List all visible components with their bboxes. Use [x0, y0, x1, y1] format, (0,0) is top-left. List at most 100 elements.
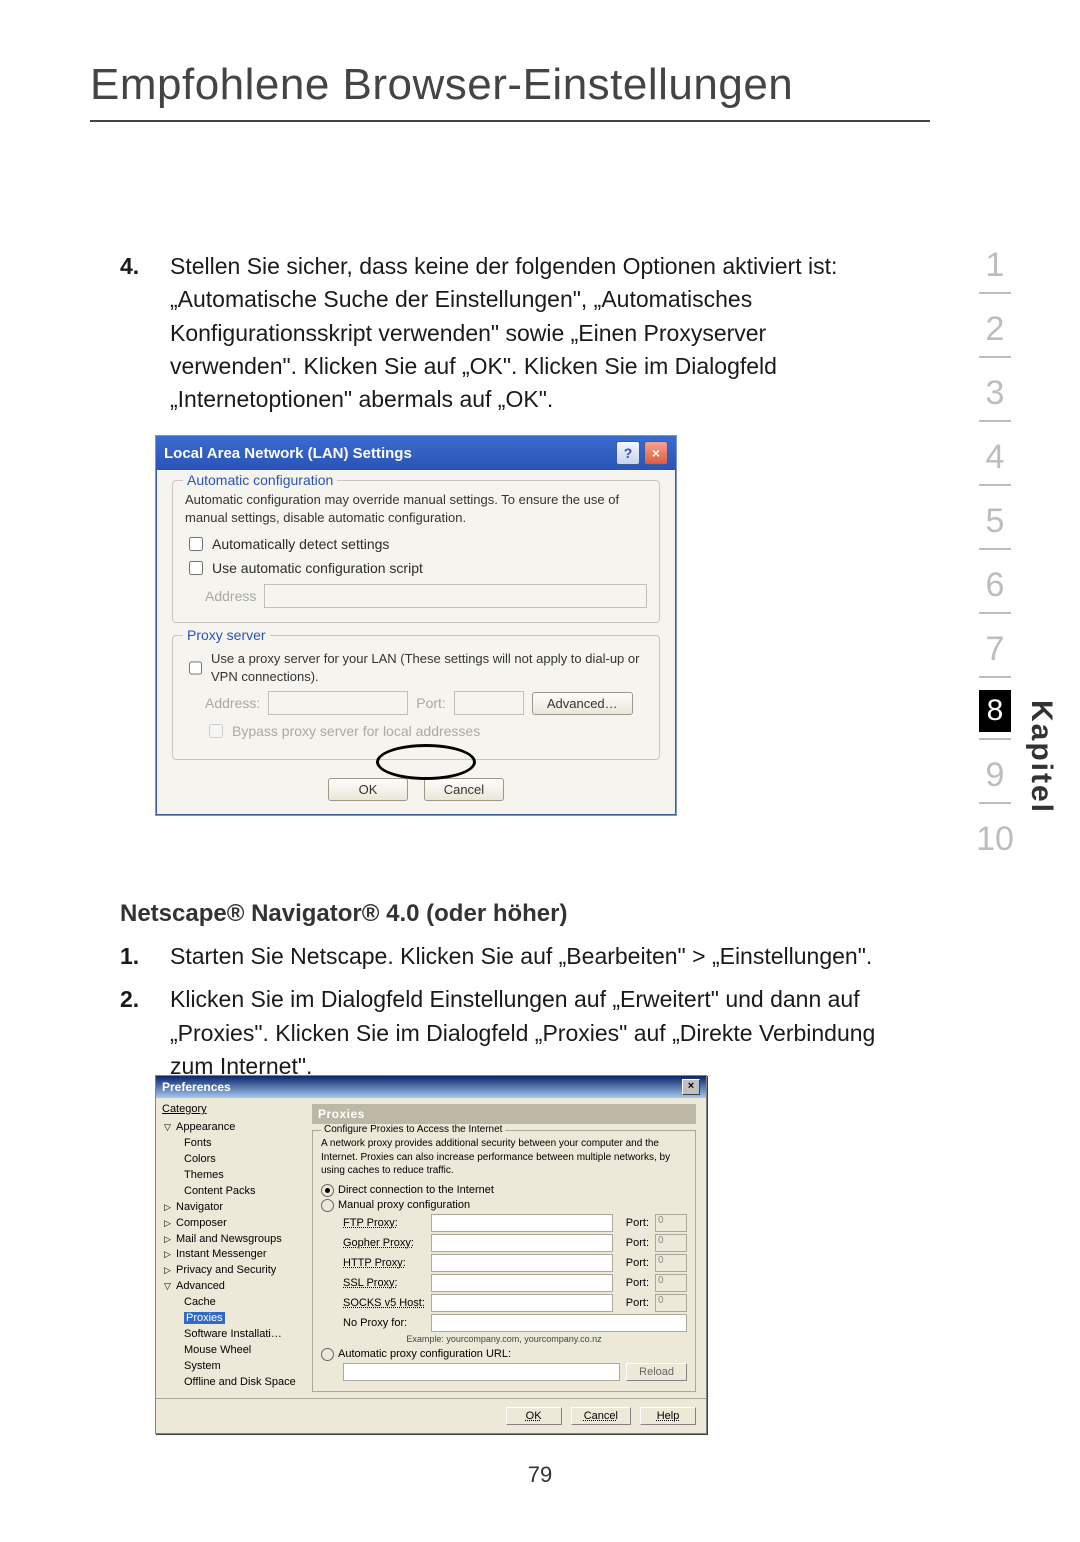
proxy-row: HTTP Proxy: Port: 0 [343, 1254, 687, 1272]
list-item: 1.Starten Sie Netscape. Klicken Sie auf … [120, 940, 880, 973]
port-label: Port: [619, 1277, 649, 1289]
preferences-dialog: Preferences × Category ▽Appearance Fonts… [155, 1075, 707, 1434]
cancel-button[interactable]: Cancel [424, 778, 504, 801]
tree-node[interactable]: Proxies [162, 1311, 302, 1327]
tree-node[interactable]: Advanced [176, 1280, 225, 1292]
chapter-nav-item[interactable]: 3 [970, 358, 1020, 420]
port-input[interactable]: 0 [655, 1254, 687, 1272]
cancel-button[interactable]: Cancel [571, 1407, 631, 1425]
automatic-config-group: Automatic configuration Automatic config… [172, 480, 660, 623]
tree-node[interactable]: Cache [162, 1295, 302, 1311]
auto-detect-checkbox[interactable]: Automatically detect settings [185, 534, 647, 554]
step-text: Stellen Sie sicher, dass keine der folge… [170, 253, 837, 412]
tree-node[interactable]: Privacy and Security [176, 1264, 276, 1276]
checkbox-label: Bypass proxy server for local addresses [232, 723, 480, 739]
chapter-nav-item[interactable]: 6 [970, 550, 1020, 612]
help-button[interactable]: Help [640, 1407, 696, 1425]
chapter-nav-item[interactable]: 10 [970, 804, 1020, 866]
close-icon[interactable]: × [644, 441, 668, 465]
noproxy-label: No Proxy for: [343, 1317, 425, 1329]
auto-script-checkbox[interactable]: Use automatic configuration script [185, 558, 647, 578]
category-tree[interactable]: Category ▽Appearance FontsColorsThemesCo… [156, 1098, 306, 1398]
group-legend: Proxy server [183, 627, 270, 643]
chapter-nav-item[interactable]: 9 [970, 740, 1020, 802]
tree-node[interactable]: Appearance [176, 1121, 235, 1133]
tree-node[interactable]: Offline and Disk Space [162, 1375, 302, 1391]
step-number: 1. [120, 940, 139, 973]
group-desc: Automatic configuration may override man… [185, 491, 647, 526]
panel-title: Proxies [312, 1104, 696, 1124]
close-icon[interactable]: × [682, 1079, 700, 1095]
example-text: Example: yourcompany.com, yourcompany.co… [321, 1334, 687, 1344]
radio-direct[interactable]: Direct connection to the Internet [321, 1184, 687, 1197]
noproxy-input[interactable] [431, 1314, 687, 1332]
tree-node[interactable]: Content Packs [162, 1184, 302, 1200]
dialog-title: Preferences [162, 1080, 231, 1094]
proxy-label: SOCKS v5 Host: [343, 1297, 425, 1309]
port-label: Port: [619, 1217, 649, 1229]
port-label: Port: [619, 1237, 649, 1249]
port-input[interactable]: 0 [655, 1214, 687, 1232]
port-input[interactable]: 0 [655, 1234, 687, 1252]
proxy-label: Gopher Proxy: [343, 1237, 425, 1249]
ok-button[interactable]: OK [328, 778, 408, 801]
tree-node[interactable]: Navigator [176, 1201, 223, 1213]
tree-node[interactable]: Themes [162, 1168, 302, 1184]
tree-node[interactable]: Composer [176, 1217, 227, 1229]
proxy-host-input[interactable] [431, 1254, 613, 1272]
port-input[interactable]: 0 [655, 1294, 687, 1312]
tree-node[interactable]: Mail and Newsgroups [176, 1233, 282, 1245]
page-number: 79 [0, 1462, 1080, 1488]
chapter-nav-item[interactable]: 1 [970, 230, 1020, 292]
bypass-checkbox: Bypass proxy server for local addresses [185, 721, 647, 741]
proxy-host-input[interactable] [431, 1214, 613, 1232]
radio-auto[interactable]: Automatic proxy configuration URL: [321, 1348, 687, 1361]
title-rule [90, 120, 930, 122]
advanced-button[interactable]: Advanced… [532, 692, 633, 715]
help-icon[interactable]: ? [616, 441, 640, 465]
use-proxy-checkbox[interactable]: Use a proxy server for your LAN (These s… [185, 650, 647, 685]
chapter-nav-item[interactable]: 4 [970, 422, 1020, 484]
proxy-host-input[interactable] [431, 1234, 613, 1252]
reload-button[interactable]: Reload [626, 1363, 687, 1381]
tree-node[interactable]: System [162, 1359, 302, 1375]
chapter-nav: 1234567 8 910 [970, 230, 1020, 866]
port-label: Port: [619, 1297, 649, 1309]
proxy-row: FTP Proxy: Port: 0 [343, 1214, 687, 1232]
address-label: Address [205, 588, 256, 604]
tree-node[interactable]: Instant Messenger [176, 1248, 267, 1260]
checkbox-label: Use a proxy server for your LAN (These s… [211, 650, 647, 685]
chapter-label: Kapitel [1024, 700, 1058, 814]
page-title: Empfohlene Browser-Einstellungen [90, 60, 793, 110]
checkbox-label: Use automatic configuration script [212, 560, 423, 576]
tree-node[interactable]: Mouse Wheel [162, 1343, 302, 1359]
group-legend: Automatic configuration [183, 472, 337, 488]
list-item: 2.Klicken Sie im Dialogfeld Einstellunge… [120, 983, 880, 1083]
port-input[interactable]: 0 [655, 1274, 687, 1292]
step-text: Klicken Sie im Dialogfeld Einstellungen … [170, 986, 875, 1079]
address-input [264, 584, 647, 608]
proxy-host-input[interactable] [431, 1274, 613, 1292]
chapter-nav-item[interactable]: 7 [970, 614, 1020, 676]
radio-label: Manual proxy configuration [338, 1199, 470, 1211]
proxy-host-input[interactable] [431, 1294, 613, 1312]
step-4: 4. Stellen Sie sicher, dass keine der fo… [120, 250, 880, 417]
auto-url-input[interactable] [343, 1363, 620, 1381]
proxy-label: HTTP Proxy: [343, 1257, 425, 1269]
step-number: 4. [120, 250, 139, 283]
radio-manual[interactable]: Manual proxy configuration [321, 1199, 687, 1212]
proxy-port-input [454, 691, 524, 715]
tree-node[interactable]: Software Installati… [162, 1327, 302, 1343]
port-label: Port: [619, 1257, 649, 1269]
proxy-port-label: Port: [416, 695, 446, 711]
category-label: Category [162, 1102, 302, 1118]
proxy-label: FTP Proxy: [343, 1217, 425, 1229]
tree-node[interactable]: Colors [162, 1152, 302, 1168]
radio-label: Automatic proxy configuration URL: [338, 1348, 511, 1360]
ok-button[interactable]: OK [506, 1407, 562, 1425]
chapter-nav-item[interactable]: 8 [979, 690, 1012, 732]
chapter-nav-item[interactable]: 5 [970, 486, 1020, 548]
tree-node[interactable]: Fonts [162, 1136, 302, 1152]
proxies-group: Configure Proxies to Access the Internet… [312, 1130, 696, 1392]
chapter-nav-item[interactable]: 2 [970, 294, 1020, 356]
